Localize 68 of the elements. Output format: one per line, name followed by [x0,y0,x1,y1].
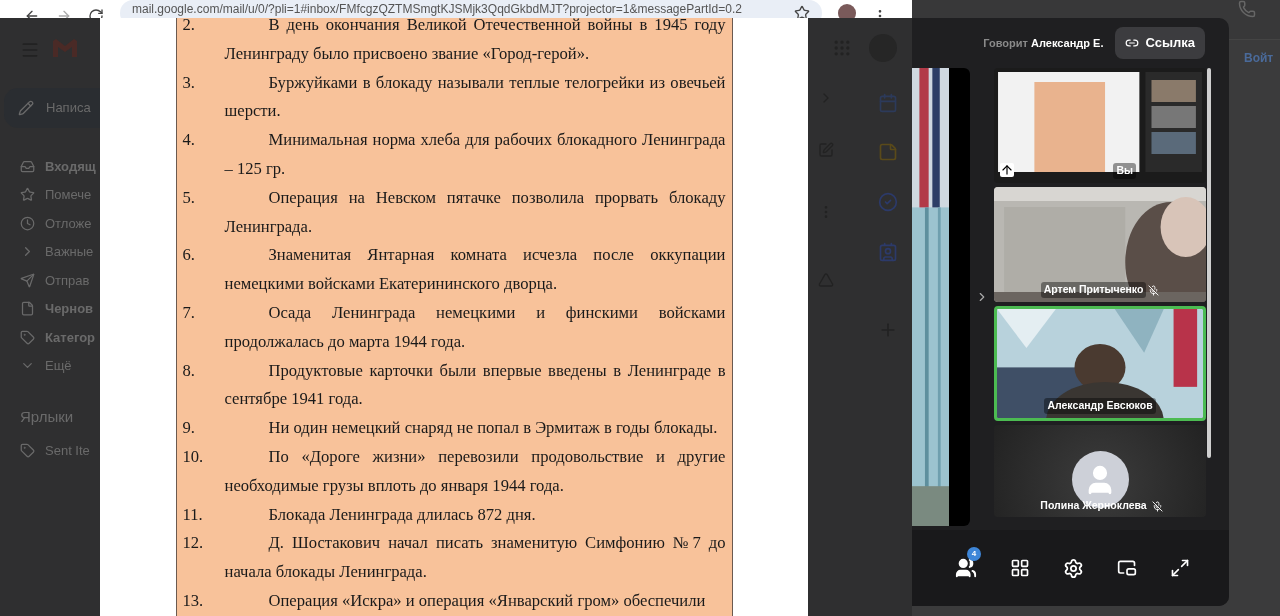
participant-tile[interactable]: Александр Евсюков [994,306,1206,421]
item-number: 7. [182,301,196,324]
folder-item[interactable]: Ещё [0,351,100,380]
item-number: 10. [182,445,205,468]
participants-badge: 4 [967,547,981,561]
item-number: 13. [182,589,205,612]
item-text: Знаменитая Янтарная комната исчезла после оккупации немецкими войсками Екатерининского дворца. [224,245,726,294]
folder-item[interactable]: Помече [0,180,100,209]
link-icon [1125,36,1140,50]
picture-in-picture-icon[interactable] [1117,558,1137,578]
item-number: 8. [182,359,196,382]
folder-item[interactable]: Входящ [0,152,100,181]
pencil-icon [18,100,34,116]
address-bar[interactable]: mail.google.com/mail/u/0/?pli=1#inbox/FMfcgzQZTMSmgtKJSMjk3QqdGkbdMJT?projector=1&messagePartId=0.2 [120,0,822,18]
participant-name: Александр Евсюков [1044,398,1156,414]
participants-icon[interactable] [955,557,977,579]
login-link[interactable]: Войт [1244,49,1274,67]
phone-icon[interactable] [1238,0,1256,18]
pin-icon[interactable] [1000,163,1014,177]
link-button[interactable]: Ссылка [1115,27,1205,59]
item-number: 4. [182,129,196,152]
settings-icon[interactable] [1063,557,1084,579]
item-text: Осада Ленинграда немецкими и финскими войсками продолжалась до марта 1944 года. [224,302,726,351]
item-text: Ни один немецкий снаряд не попал в Эрмитаж в годы блокады. [268,418,718,438]
folder-item[interactable]: Чернов [0,294,100,323]
folder-item[interactable]: Категор [0,323,100,352]
label-icon [20,443,35,458]
item-number: 9. [182,417,196,440]
label-item[interactable]: Sent Ite [0,438,100,463]
compose-button[interactable]: Написа [4,88,100,128]
contacts-icon[interactable] [878,242,898,262]
item-number: 5. [182,186,196,209]
item-number: 11. [182,503,204,526]
item-text: Продуктовые карточки были впервые введены в Ленинграде в сентябре 1941 года. [224,360,726,409]
folder-item[interactable]: Отложе [0,209,100,238]
inbox-icon [20,158,35,174]
url-text: mail.google.com/mail/u/0/?pli=1#inbox/FMfcgzQZTMSmgtKJSMjk3QqdGkbdMJT?projector=1&messagePartId=0.2 [132,1,742,18]
file-icon [20,301,35,317]
bookmark-icon[interactable] [794,5,810,18]
item-text: Операция на Невском пятачке позволила прорвать блокаду Ленинграда. [224,187,726,236]
item-text: В день окончания Великой Отечественной войны в 1945 году Ленинграду было присвоено звание «Город-герой». [224,18,726,63]
notes-icon[interactable] [878,142,898,162]
item-number: 6. [182,244,196,267]
speaker-status: Говорит Александр Е. [983,35,1104,51]
item-number: 12. [182,532,205,555]
folder-item[interactable]: Важные [0,237,100,266]
participant-tile[interactable]: Артем Притыченко [994,187,1206,302]
profile-avatar[interactable] [838,4,856,18]
tasks-icon[interactable] [878,192,898,212]
grid-icon[interactable] [1010,558,1030,578]
star-icon [20,187,35,203]
item-text: Буржуйками в блокаду называли теплые телогрейки из овечьей шерсти. [224,72,726,121]
mail-logo-icon [52,38,78,58]
participant-name: Артем Притыченко [1040,282,1147,298]
item-text: Минимальная норма хлеба для рабочих блокадного Ленинграда – 125 гр. [224,130,726,178]
label-icon [20,329,35,345]
item-text: Операция «Искра» и операция «Январский гром» обеспечили [268,590,706,610]
calendar-icon[interactable] [878,93,898,113]
send-icon [20,272,35,288]
item-text: Д. Шостакович начал писать знаменитую Симфонию №7 до начала блокады Ленинграда. [224,533,726,582]
labels-heading: Ярлыки [19,407,75,427]
fullscreen-icon[interactable] [1170,558,1190,578]
item-text: По «Дороге жизни» перевозили продовольствие и другие необходимые грузы вплоть до января 1944 года. [224,446,726,495]
item-number: 2. [182,18,196,36]
clock-icon [20,215,35,231]
item-number: 3. [182,71,196,94]
folder-item[interactable]: Отправ [0,266,100,295]
item-text: Блокада Ленинграда длилась 872 дня. [268,504,536,524]
